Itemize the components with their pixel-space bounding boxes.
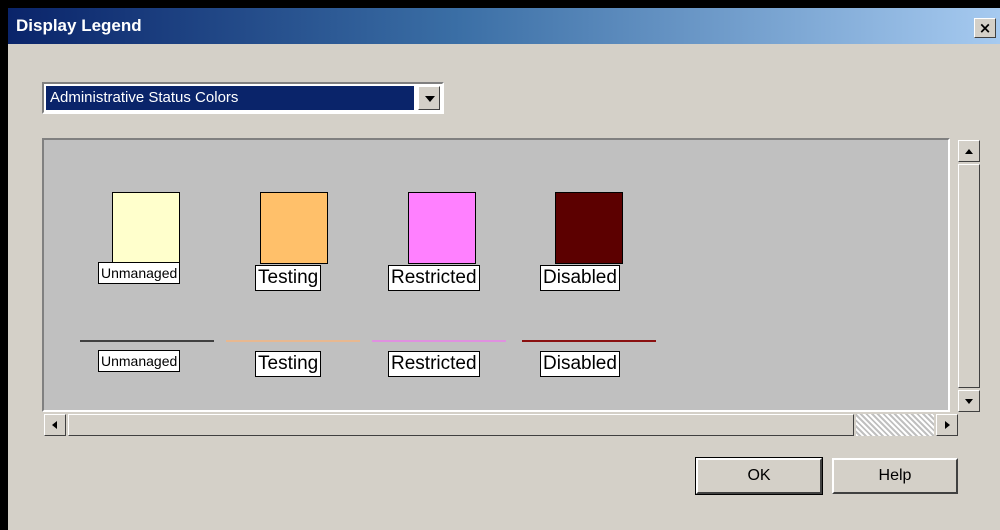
title-bar[interactable]: Display Legend × bbox=[8, 8, 1000, 44]
swatch-label-testing: Testing bbox=[255, 265, 322, 291]
scroll-left-button[interactable] bbox=[44, 414, 66, 436]
line-label-unmanaged: Unmanaged bbox=[98, 350, 181, 372]
swatch-disabled bbox=[555, 192, 623, 264]
swatch-label-disabled: Disabled bbox=[540, 265, 620, 291]
horizontal-scroll-track[interactable] bbox=[856, 414, 934, 436]
horizontal-scrollbar[interactable] bbox=[44, 414, 958, 436]
legend-type-selected-value: Administrative Status Colors bbox=[46, 86, 414, 110]
swatch-unmanaged bbox=[112, 192, 180, 264]
swatch-restricted bbox=[408, 192, 476, 264]
line-label-restricted: Restricted bbox=[388, 351, 480, 377]
horizontal-scroll-thumb[interactable] bbox=[68, 414, 854, 436]
scroll-up-button[interactable] bbox=[958, 140, 980, 162]
swatch-label-unmanaged: Unmanaged bbox=[98, 262, 181, 284]
chevron-down-icon bbox=[425, 96, 435, 102]
close-icon: × bbox=[978, 19, 992, 37]
line-sample-restricted bbox=[372, 340, 506, 342]
legend-panel: Unmanaged Testing Restricted Disabled Un… bbox=[42, 138, 950, 412]
swatch-testing bbox=[260, 192, 328, 264]
arrow-left-icon bbox=[52, 421, 57, 429]
arrow-down-icon bbox=[965, 399, 973, 404]
line-sample-unmanaged bbox=[80, 340, 214, 342]
line-sample-testing bbox=[226, 340, 360, 342]
close-button[interactable]: × bbox=[974, 18, 996, 38]
legend-type-select[interactable]: Administrative Status Colors bbox=[42, 82, 444, 114]
window-title: Display Legend bbox=[16, 16, 142, 35]
scroll-down-button[interactable] bbox=[958, 390, 980, 412]
help-button[interactable]: Help bbox=[832, 458, 958, 494]
display-legend-dialog: Display Legend × Administrative Status C… bbox=[6, 6, 1000, 530]
scroll-right-button[interactable] bbox=[936, 414, 958, 436]
legend-type-dropdown-button[interactable] bbox=[418, 86, 440, 110]
vertical-scrollbar[interactable] bbox=[958, 140, 980, 412]
arrow-up-icon bbox=[965, 149, 973, 154]
arrow-right-icon bbox=[945, 421, 950, 429]
ok-button[interactable]: OK bbox=[695, 457, 823, 495]
vertical-scroll-thumb[interactable] bbox=[958, 164, 980, 388]
line-label-testing: Testing bbox=[255, 351, 322, 377]
line-sample-disabled bbox=[522, 340, 656, 342]
line-label-disabled: Disabled bbox=[540, 351, 620, 377]
swatch-label-restricted: Restricted bbox=[388, 265, 480, 291]
